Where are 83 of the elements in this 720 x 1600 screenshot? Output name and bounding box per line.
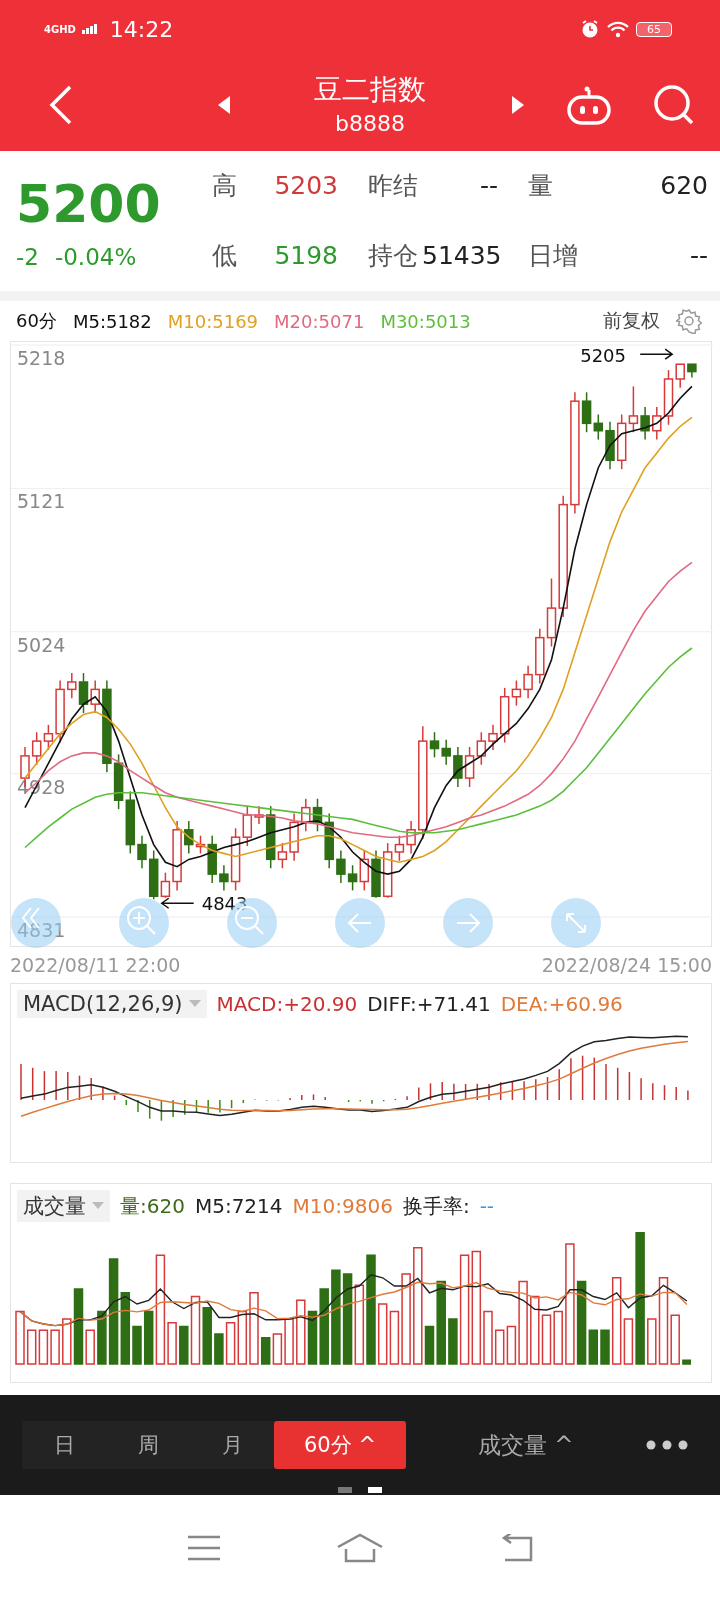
indicator-value: DEA:+60.96 — [500, 992, 623, 1016]
candlestick — [371, 849, 381, 899]
period-tab[interactable]: 日 — [22, 1421, 106, 1469]
candlestick — [464, 746, 475, 788]
candlestick — [535, 628, 545, 685]
wifi-icon — [606, 20, 630, 38]
moving-average-value: M30:5013 — [380, 310, 471, 332]
indicator-value: MACD:+20.90 — [216, 992, 358, 1016]
candlestick — [687, 363, 697, 379]
caret-icon — [188, 1000, 201, 1008]
indicator-value: M5:7214 — [194, 1194, 283, 1218]
axis-label: 5218 — [17, 347, 66, 369]
stat-label: 持仓 — [367, 240, 419, 272]
low-price-label: 4843 — [201, 893, 248, 915]
arrow-icon — [160, 897, 195, 909]
stat-label: 高 — [211, 170, 238, 202]
alarm-icon — [580, 19, 600, 39]
arrow-icon — [639, 348, 674, 360]
previous-button[interactable] — [216, 93, 232, 116]
price-change: -2 — [16, 244, 39, 270]
end-time: 2022/08/24 15:00 — [541, 954, 712, 976]
axis-label: 5024 — [17, 633, 66, 656]
axis-label: 4831 — [17, 919, 66, 941]
period-tab[interactable]: 月 — [190, 1421, 274, 1469]
indicator-dropdown[interactable]: 成交量 — [17, 1190, 110, 1222]
candlestick — [476, 731, 487, 766]
stat-value: -- — [478, 170, 499, 202]
expand-icon — [566, 913, 586, 933]
indicator-value: DIFF:+71.41 — [367, 992, 491, 1016]
period-tab[interactable]: 周 — [106, 1421, 190, 1469]
network-label: 4GHD — [44, 23, 76, 35]
candlestick — [523, 665, 533, 699]
indicator-value: 量:620 — [120, 1192, 185, 1220]
candlestick — [441, 738, 451, 766]
period-tab[interactable]: 60分 ^ — [274, 1421, 406, 1469]
indicator-dropdown[interactable]: MACD(12,26,9) — [17, 990, 207, 1018]
instrument-name: 豆二指数 — [314, 71, 426, 108]
more-icon[interactable] — [646, 1440, 688, 1450]
period-label: 60分 — [16, 309, 57, 333]
moving-average-value: M20:5071 — [274, 310, 365, 332]
next-button[interactable] — [510, 93, 526, 116]
instrument-code: b8888 — [335, 109, 405, 138]
stat-value: 620 — [659, 170, 708, 202]
candlestick — [616, 413, 627, 470]
candlestick — [628, 385, 639, 433]
indicator-value: -- — [479, 1194, 495, 1218]
candlestick — [406, 820, 416, 855]
stat-value: 5198 — [273, 240, 339, 272]
robot-button[interactable] — [566, 84, 612, 125]
home-button[interactable] — [336, 1532, 384, 1563]
start-time: 2022/08/11 22:00 — [10, 954, 181, 976]
stat-value: -- — [688, 240, 708, 272]
stat-label: 昨结 — [367, 170, 419, 202]
indicator-button[interactable]: 成交量 ^ — [478, 1429, 574, 1461]
high-price-label: 5205 — [580, 345, 626, 367]
caret-icon — [92, 1202, 104, 1210]
stat-label: 低 — [211, 240, 238, 272]
right-arrow-icon — [456, 913, 481, 933]
settings-icon[interactable] — [676, 308, 702, 334]
menu-button[interactable] — [187, 1534, 222, 1561]
adjustment-button[interactable]: 前复权 — [603, 308, 660, 334]
moving-average-value: M10:5169 — [167, 310, 259, 332]
candlestick — [90, 679, 100, 714]
percent-change: -0.04% — [54, 244, 137, 270]
indicator-value: 换手率: — [402, 1192, 470, 1220]
clock-time: 14:22 — [109, 16, 174, 42]
axis-label: 5121 — [17, 490, 66, 513]
candlestick — [640, 406, 650, 441]
stat-value: 5203 — [273, 170, 339, 202]
stat-value: 51435 — [422, 240, 503, 272]
stat-label: 日增 — [527, 240, 579, 272]
indicator-value: M10:9806 — [292, 1194, 393, 1218]
candlestick — [336, 849, 346, 884]
moving-average-value: M5:5182 — [72, 310, 152, 332]
zoom-in-icon — [127, 906, 156, 935]
candlestick — [301, 798, 311, 832]
battery-level: 65 — [636, 21, 672, 37]
candlestick — [453, 746, 463, 788]
signal-icon — [81, 24, 98, 34]
stat-label: 量 — [527, 170, 554, 202]
left-arrow-icon — [347, 913, 372, 933]
last-price: 5200 — [16, 173, 162, 236]
search-button[interactable] — [652, 82, 696, 127]
